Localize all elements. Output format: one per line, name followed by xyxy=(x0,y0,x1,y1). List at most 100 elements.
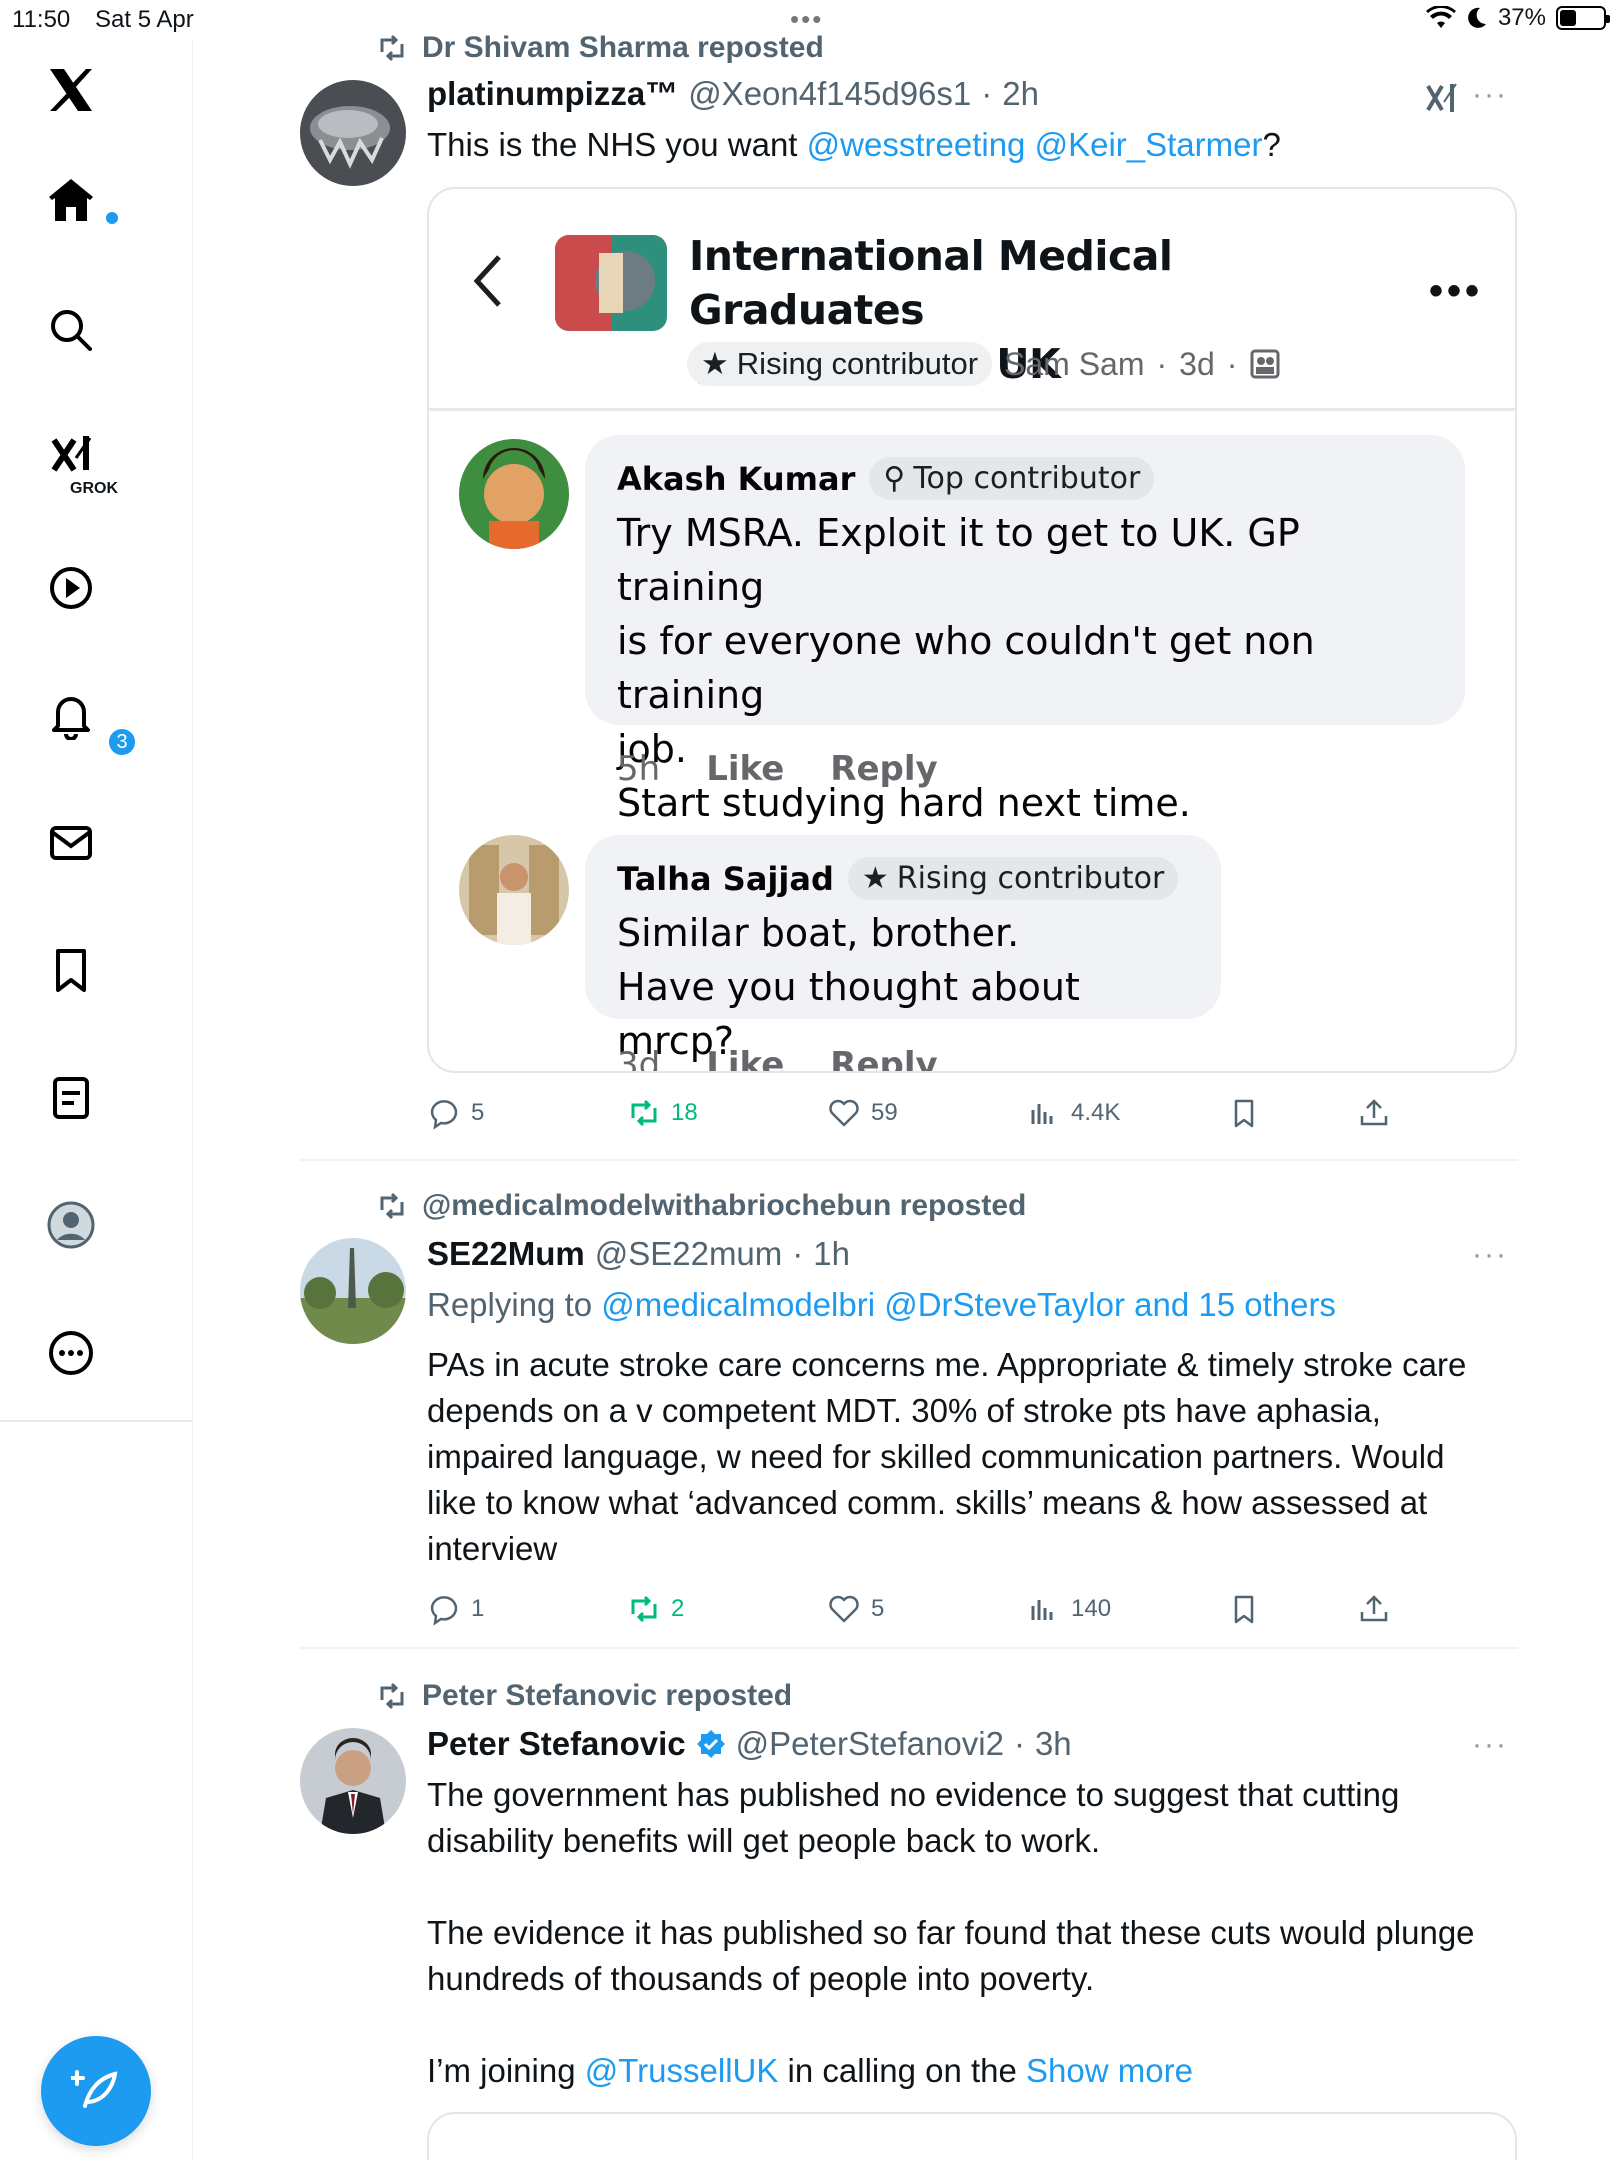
x-logo-icon[interactable] xyxy=(46,45,146,135)
post-line: The government has published no evidence… xyxy=(427,1776,1400,1813)
comment-like: Like xyxy=(706,1045,785,1073)
group-title-line: International Medical Graduates xyxy=(689,232,1173,334)
author-name[interactable]: platinumpizza™ xyxy=(427,75,678,113)
replying-to-label: Replying to xyxy=(427,1286,593,1323)
author-handle[interactable]: @Xeon4f145d96s1 xyxy=(688,75,971,113)
compose-post-button[interactable] xyxy=(41,2036,151,2146)
like-button[interactable]: 5 xyxy=(827,1584,884,1634)
group-header: International Medical Graduates (IMGs) i… xyxy=(429,189,1515,411)
repost-indicator: Dr Shivam Sharma reposted xyxy=(376,28,824,68)
mention-link[interactable]: @Keir_Starmer xyxy=(1035,126,1263,163)
post-actions: 5 18 59 4.4K xyxy=(427,1088,1427,1138)
avatar[interactable] xyxy=(300,1728,406,1834)
back-chevron-icon xyxy=(473,255,501,307)
avatar[interactable] xyxy=(300,80,406,186)
reply-button[interactable]: 5 xyxy=(427,1088,484,1138)
messages-mail-icon[interactable] xyxy=(46,798,146,888)
heart-icon xyxy=(829,1099,859,1127)
repost-small-icon xyxy=(380,1682,404,1710)
like-count: 5 xyxy=(871,1595,885,1622)
reply-icon xyxy=(430,1596,458,1626)
quoted-post-card[interactable] xyxy=(427,2112,1517,2160)
post-more-icon[interactable]: ··· xyxy=(1472,1728,1508,1762)
comment-line: Try MSRA. Exploit it to get to UK. GP tr… xyxy=(617,511,1300,609)
comment-author-row: Akash Kumar ⚲ Top contributor xyxy=(617,457,1433,500)
share-button[interactable] xyxy=(1357,1584,1391,1634)
sidebar-divider xyxy=(0,1420,193,1422)
bookmark-button[interactable] xyxy=(1227,1088,1261,1138)
embedded-image[interactable]: International Medical Graduates (IMGs) i… xyxy=(427,187,1517,1073)
grok-label: GROK xyxy=(70,480,118,497)
grok-explain-icon[interactable] xyxy=(1424,80,1460,116)
post-divider xyxy=(300,1647,1518,1649)
author-handle[interactable]: @PeterStefanovi2 xyxy=(736,1725,1004,1763)
group-members-icon xyxy=(1250,349,1280,379)
badge-label: Top contributor xyxy=(913,461,1141,496)
repost-button[interactable]: 2 xyxy=(627,1584,684,1634)
author-handle[interactable]: @SE22mum xyxy=(595,1235,783,1273)
like-button[interactable]: 59 xyxy=(827,1088,898,1138)
repost-indicator: @medicalmodelwithabriochebun reposted xyxy=(376,1186,1026,1226)
status-time: 11:50 xyxy=(12,6,71,33)
video-play-icon[interactable] xyxy=(46,543,146,633)
wifi-icon xyxy=(1425,6,1456,28)
post-time[interactable]: 1h xyxy=(813,1235,850,1273)
show-more-link[interactable]: Show more xyxy=(1026,2052,1193,2089)
repost-button[interactable]: 18 xyxy=(627,1088,698,1138)
share-icon xyxy=(1360,1595,1388,1622)
mention-link[interactable]: @wesstreeting xyxy=(807,126,1026,163)
post-more-icon[interactable]: ··· xyxy=(1472,1238,1508,1272)
commenter-avatar xyxy=(459,439,569,549)
post-time[interactable]: 3h xyxy=(1035,1725,1072,1763)
comment-reply: Reply xyxy=(830,749,938,789)
home-icon[interactable] xyxy=(46,155,146,245)
status-date: Sat 5 Apr xyxy=(95,6,194,33)
post-line: depends on a v competent MDT. 30% of str… xyxy=(427,1392,1381,1429)
group-meta: ★ Rising contributor Sam Sam · 3d · xyxy=(687,341,1281,387)
author-name[interactable]: SE22Mum xyxy=(427,1235,585,1273)
mention-link[interactable]: @TrussellUK xyxy=(585,2052,779,2089)
post-text: The government has published no evidence… xyxy=(427,1772,1517,2094)
share-button[interactable] xyxy=(1357,1088,1391,1138)
rising-contributor-badge: ★ Rising contributor xyxy=(687,342,993,386)
top-contributor-badge: ⚲ Top contributor xyxy=(869,457,1155,500)
reply-icon xyxy=(430,1100,458,1130)
comment-bubble: Akash Kumar ⚲ Top contributor Try MSRA. E… xyxy=(585,435,1465,825)
post-line: I’m joining @TrussellUK in calling on th… xyxy=(427,2048,1517,2094)
author-name[interactable]: Peter Stefanovic xyxy=(427,1725,686,1763)
replying-to: Replying to @medicalmodelbri @DrSteveTay… xyxy=(427,1282,1517,1328)
bookmarks-icon[interactable] xyxy=(46,925,146,1015)
compose-feather-icon xyxy=(71,2070,118,2108)
sidebar: GROK 3 xyxy=(0,40,193,2160)
analytics-icon xyxy=(1031,1104,1053,1124)
views-button[interactable]: 4.4K xyxy=(1027,1088,1120,1138)
views-button[interactable]: 140 xyxy=(1027,1584,1111,1634)
more-options-icon[interactable] xyxy=(46,1308,146,1398)
repost-label: Dr Shivam Sharma reposted xyxy=(422,31,824,64)
post-time[interactable]: 2h xyxy=(1002,75,1039,113)
dot-separator: · xyxy=(981,75,993,112)
lists-icon[interactable] xyxy=(46,1053,146,1143)
search-icon[interactable] xyxy=(46,285,146,375)
bookmark-button[interactable] xyxy=(1227,1584,1261,1634)
profile-avatar-icon[interactable] xyxy=(46,1180,146,1270)
comment-line: is for everyone who couldn't get non tra… xyxy=(617,619,1315,717)
post-line: The evidence it has published so far fou… xyxy=(427,1914,1475,1951)
comment-line: Similar boat, brother. xyxy=(617,911,1020,955)
post-more-icon[interactable]: ··· xyxy=(1472,78,1508,112)
analytics-icon xyxy=(1031,1600,1053,1620)
comment-author: Talha Sajjad xyxy=(617,859,834,898)
replying-mentions[interactable]: @medicalmodelbri @DrSteveTaylor and 15 o… xyxy=(601,1286,1336,1323)
battery-percent: 37% xyxy=(1497,4,1546,31)
group-thumbnail xyxy=(555,235,667,331)
reply-button[interactable]: 1 xyxy=(427,1584,484,1634)
post-text-part: in calling on the xyxy=(778,2052,1027,2089)
repost-small-icon xyxy=(380,1192,404,1220)
rising-contributor-badge: ★ Rising contributor xyxy=(847,857,1179,900)
comment-bubble: Talha Sajjad ★ Rising contributor Similar… xyxy=(585,835,1221,1063)
repost-icon xyxy=(631,1595,657,1623)
badge-label: Rising contributor xyxy=(896,861,1165,896)
avatar[interactable] xyxy=(300,1238,406,1344)
award-icon: ⚲ xyxy=(883,461,906,496)
